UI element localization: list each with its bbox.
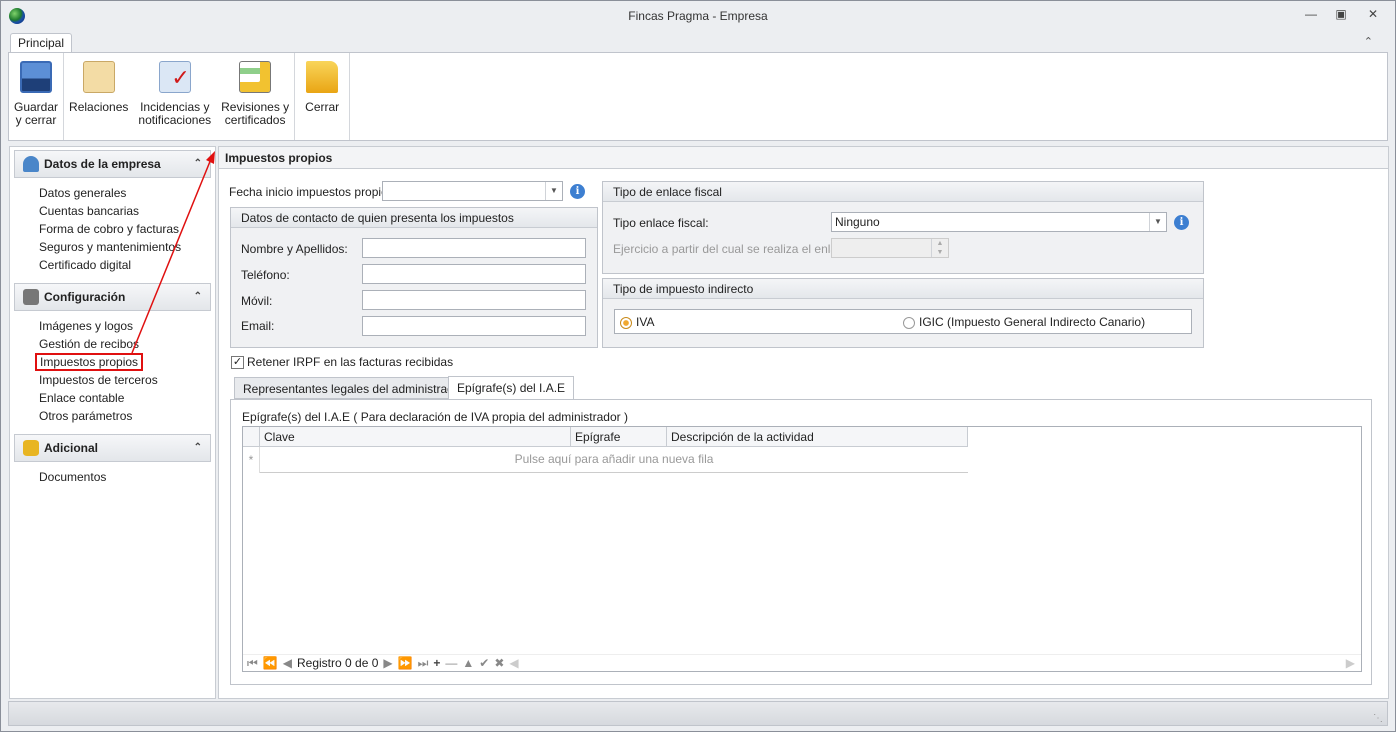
status-bar: ⋱ [8, 701, 1388, 726]
annotation-arrow [131, 151, 215, 354]
resize-grip-icon[interactable]: ⋱ [1373, 713, 1383, 724]
app-window: Fincas Pragma - Empresa — ▣ ✕ Principal … [0, 0, 1396, 732]
